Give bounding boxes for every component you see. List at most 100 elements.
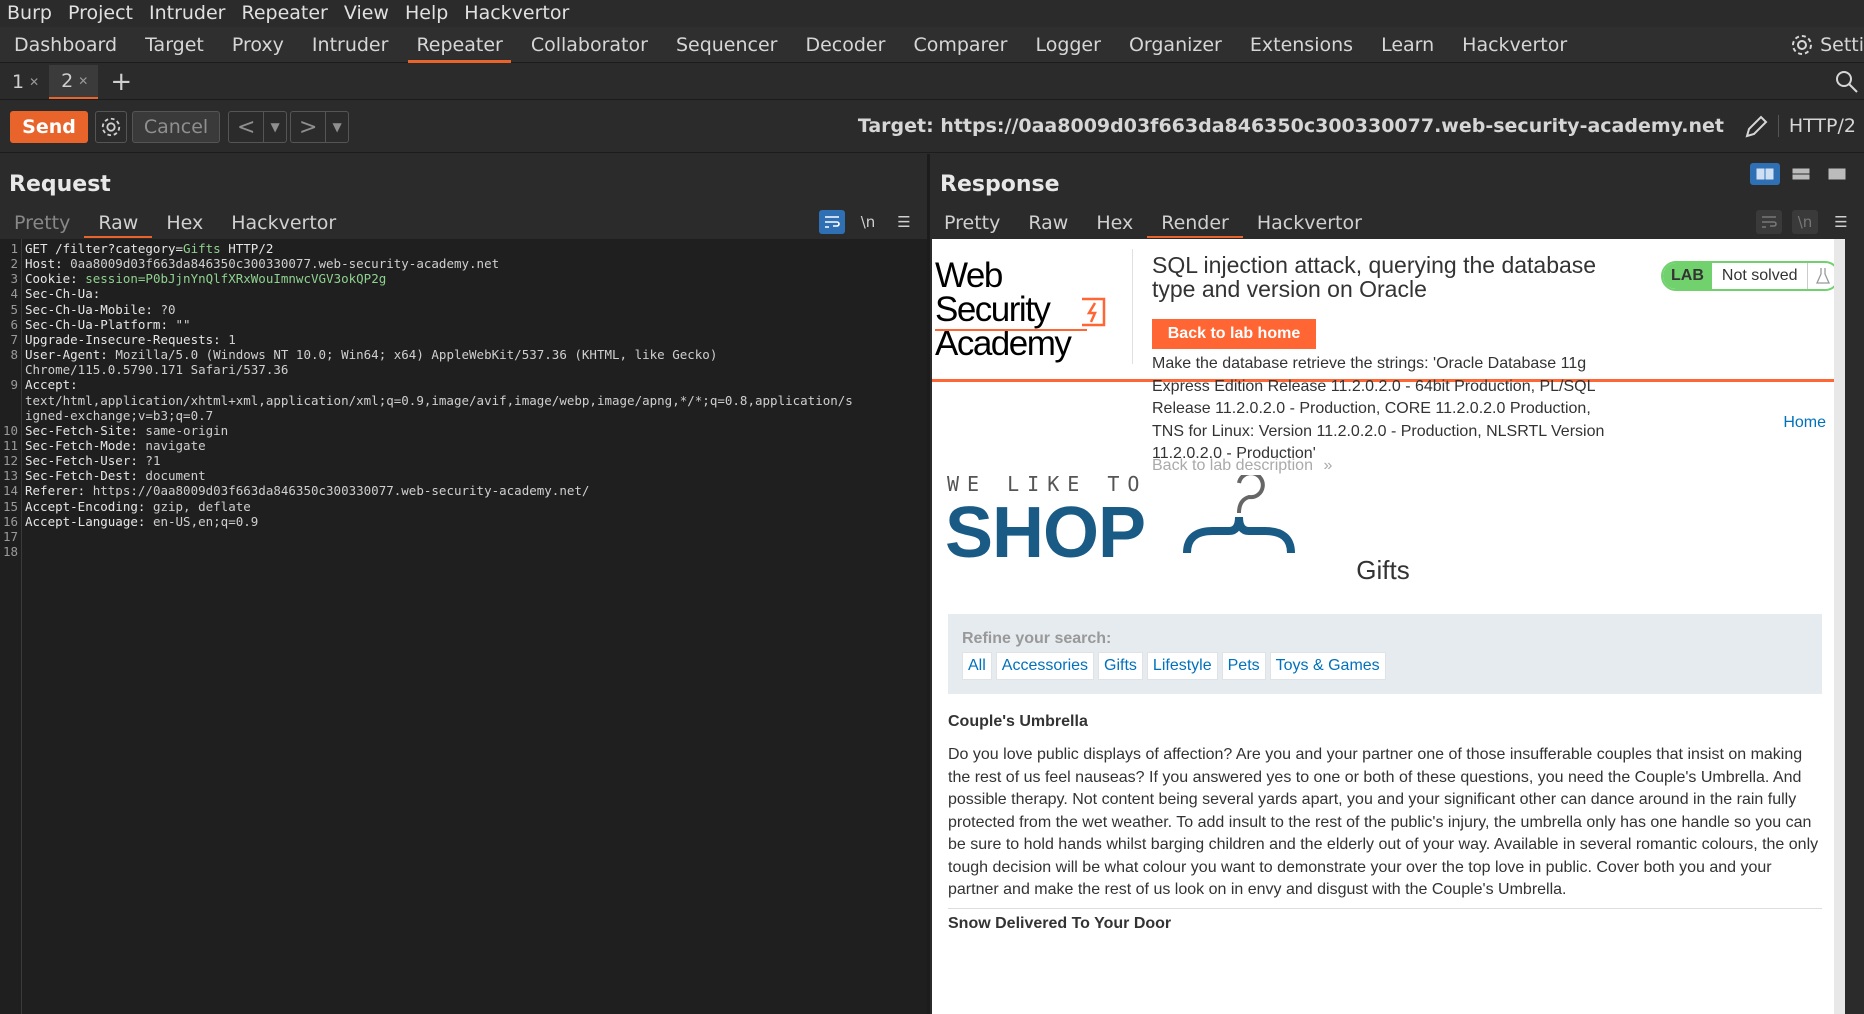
request-line-suffix: HTTP/2 bbox=[220, 241, 274, 256]
header-value: igned-exchange;v=b3;q=0.7 bbox=[25, 407, 214, 423]
show-newlines-icon[interactable]: \n bbox=[855, 210, 881, 234]
filter-pets[interactable]: Pets bbox=[1221, 652, 1266, 680]
product-name[interactable]: Couple's Umbrella bbox=[948, 713, 1822, 731]
product-name[interactable]: Snow Delivered To Your Door bbox=[948, 915, 1822, 933]
tab-dashboard[interactable]: Dashboard bbox=[0, 27, 131, 63]
tab-organizer[interactable]: Organizer bbox=[1115, 27, 1236, 63]
tab-proxy[interactable]: Proxy bbox=[218, 27, 298, 63]
menu-view[interactable]: View bbox=[337, 2, 398, 24]
wrap-lines-icon[interactable] bbox=[819, 210, 845, 234]
menu-bar: Burp Project Intruder Repeater View Help… bbox=[0, 0, 1864, 26]
tab-intruder[interactable]: Intruder bbox=[298, 27, 403, 63]
product-list: Couple's Umbrella Do you love public dis… bbox=[948, 713, 1822, 933]
menu-hackvertor[interactable]: Hackvertor bbox=[457, 2, 578, 24]
header-value: https://0aa8009d03f663da846350c300330077… bbox=[92, 483, 590, 499]
settings-label: Setti bbox=[1820, 34, 1864, 56]
edit-target-icon[interactable] bbox=[1742, 113, 1770, 141]
tab-render[interactable]: Render bbox=[1147, 208, 1243, 238]
repeater-toolbar: Send Cancel < ▼ > ▼ Target: https://0aa800… bbox=[0, 101, 1864, 153]
close-icon[interactable]: ✕ bbox=[29, 75, 39, 89]
lab-status-widget: LAB Not solved bbox=[1661, 261, 1841, 291]
header-value: en-US,en;q=0.9 bbox=[152, 513, 259, 529]
tab-target[interactable]: Target bbox=[131, 27, 218, 63]
chevron-left-icon[interactable]: < bbox=[229, 115, 263, 140]
add-tab-icon[interactable]: + bbox=[98, 67, 144, 97]
target-url: Target: https://0aa8009d03f663da846350c3… bbox=[857, 115, 1724, 137]
back-nav[interactable]: < ▼ bbox=[228, 111, 287, 143]
menu-intruder[interactable]: Intruder bbox=[142, 2, 235, 24]
product-description: Do you love public displays of affection… bbox=[948, 744, 1822, 909]
menu-help[interactable]: Help bbox=[398, 2, 457, 24]
filter-toys-games[interactable]: Toys & Games bbox=[1269, 652, 1386, 680]
send-settings-button[interactable] bbox=[95, 111, 127, 143]
tab-hex[interactable]: Hex bbox=[152, 208, 217, 238]
filter-accessories[interactable]: Accessories bbox=[995, 652, 1095, 680]
repeater-tab-2[interactable]: 2 ✕ bbox=[49, 64, 99, 99]
header-name: Cookie: bbox=[25, 271, 86, 287]
tab-sequencer[interactable]: Sequencer bbox=[662, 27, 792, 63]
repeater-tab-label: 2 bbox=[61, 69, 74, 92]
academy-logo: Web Security Academy bbox=[935, 258, 1107, 361]
tab-raw[interactable]: Raw bbox=[1014, 208, 1082, 238]
forward-nav[interactable]: > ▼ bbox=[290, 111, 349, 143]
filter-gifts[interactable]: Gifts bbox=[1098, 652, 1143, 680]
tab-hackvertor[interactable]: Hackvertor bbox=[217, 208, 350, 238]
header-name: Sec-Fetch-Site: bbox=[25, 422, 146, 438]
tab-comparer[interactable]: Comparer bbox=[899, 27, 1021, 63]
dropdown-arrow-icon[interactable]: ▼ bbox=[325, 112, 347, 142]
tab-repeater[interactable]: Repeater bbox=[402, 27, 516, 63]
back-to-lab-home-button[interactable]: Back to lab home bbox=[1152, 319, 1316, 349]
protocol-label[interactable]: HTTP/2 bbox=[1777, 115, 1856, 137]
main-tab-bar: Dashboard Target Proxy Intruder Repeater… bbox=[0, 27, 1864, 63]
tab-hackvertor[interactable]: Hackvertor bbox=[1448, 27, 1581, 63]
filter-all[interactable]: All bbox=[962, 652, 992, 680]
back-to-description-label: Back to lab description bbox=[1152, 457, 1313, 474]
menu-burp[interactable]: Burp bbox=[0, 2, 61, 24]
tab-learn[interactable]: Learn bbox=[1367, 27, 1448, 63]
repeater-tab-bar: 1 ✕ 2 ✕ + bbox=[0, 64, 1864, 100]
academy-bolt-icon bbox=[1082, 297, 1106, 327]
repeater-tab-label: 1 bbox=[12, 70, 25, 93]
header-name: Accept-Encoding: bbox=[25, 498, 153, 514]
hamburger-menu-icon[interactable]: ☰ bbox=[891, 210, 917, 234]
filter-panel: Refine your search: All Accessories Gift… bbox=[948, 614, 1822, 694]
hamburger-menu-icon[interactable]: ☰ bbox=[1828, 210, 1854, 234]
send-button[interactable]: Send bbox=[10, 111, 88, 143]
tab-raw[interactable]: Raw bbox=[84, 208, 153, 238]
tab-pretty[interactable]: Pretty bbox=[930, 208, 1014, 238]
home-link[interactable]: Home bbox=[1783, 414, 1826, 432]
tab-pretty[interactable]: Pretty bbox=[0, 208, 84, 238]
back-to-lab-description-link[interactable]: Back to lab description » bbox=[1152, 457, 1332, 475]
code-line[interactable]: 18 bbox=[0, 543, 927, 561]
header-name: User-Agent: bbox=[25, 347, 116, 363]
tab-hackvertor[interactable]: Hackvertor bbox=[1243, 208, 1376, 238]
chevron-right-icon[interactable]: > bbox=[291, 115, 325, 140]
tab-logger[interactable]: Logger bbox=[1021, 27, 1115, 63]
single-pane-icon[interactable] bbox=[1822, 163, 1852, 185]
cancel-button[interactable]: Cancel bbox=[132, 111, 220, 143]
header-value: 1 bbox=[228, 331, 236, 347]
header-value: Gifts bbox=[183, 241, 221, 256]
split-vertical-icon[interactable] bbox=[1786, 163, 1816, 185]
dropdown-arrow-icon[interactable]: ▼ bbox=[263, 112, 285, 142]
request-pane: Request Pretty Raw Hex Hackvertor \n ☰ 1… bbox=[0, 154, 927, 1014]
close-icon[interactable]: ✕ bbox=[78, 74, 88, 88]
tab-decoder[interactable]: Decoder bbox=[791, 27, 899, 63]
tab-hex[interactable]: Hex bbox=[1082, 208, 1147, 238]
search-icon[interactable] bbox=[1834, 69, 1860, 95]
tab-collaborator[interactable]: Collaborator bbox=[517, 27, 662, 63]
render-scrollbar[interactable] bbox=[1834, 239, 1845, 1014]
split-horizontal-icon[interactable] bbox=[1750, 163, 1780, 185]
rendered-response[interactable]: Web Security Academy SQL injection attac… bbox=[932, 239, 1845, 1014]
tab-extensions[interactable]: Extensions bbox=[1236, 27, 1367, 63]
menu-project[interactable]: Project bbox=[61, 2, 142, 24]
logo-underline bbox=[935, 329, 1087, 331]
request-editor[interactable]: 1 GET /filter?category=Gifts HTTP/2 2 Host:… bbox=[0, 239, 927, 1014]
menu-repeater[interactable]: Repeater bbox=[234, 2, 336, 24]
category-heading: Gifts bbox=[1356, 555, 1410, 585]
filter-lifestyle[interactable]: Lifestyle bbox=[1146, 652, 1218, 680]
repeater-tab-1[interactable]: 1 ✕ bbox=[0, 65, 49, 99]
settings-button[interactable]: Setti bbox=[1790, 27, 1864, 63]
layout-toggle-group bbox=[1750, 163, 1852, 185]
gear-icon bbox=[101, 117, 121, 137]
